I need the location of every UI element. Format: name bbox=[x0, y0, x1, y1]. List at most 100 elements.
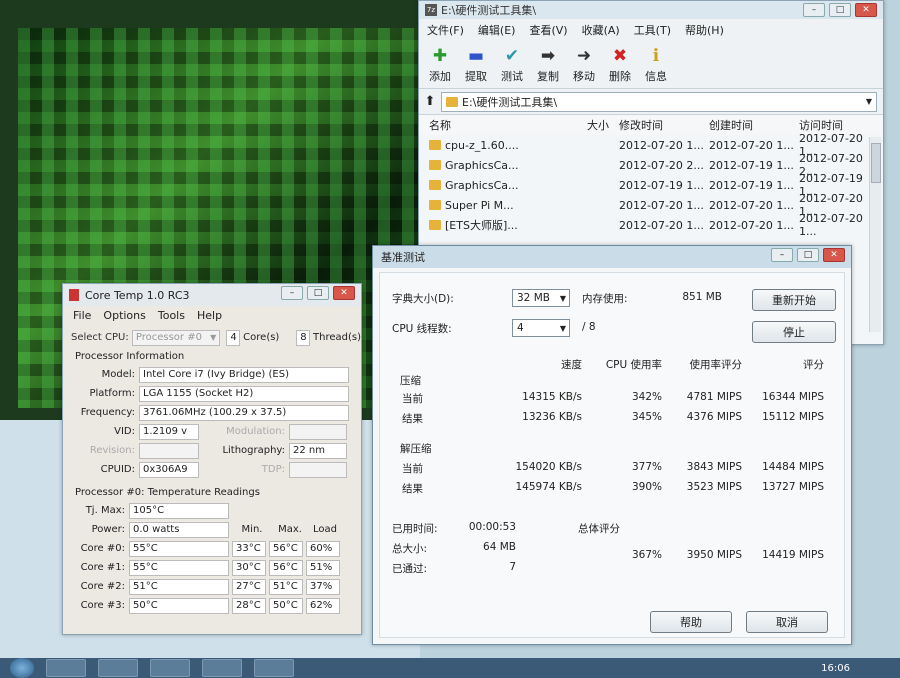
dict-size-select[interactable]: 32 MB ▼ bbox=[512, 289, 570, 307]
menu-view[interactable]: 查看(V) bbox=[529, 22, 567, 38]
toolbar: ✚ 添加 ▬ 提取 ✔ 测试 ➡ 复制 ➜ 移动 ✖ 删除 ℹ 信息 bbox=[419, 41, 883, 89]
cpuid-value: 0x306A9 bbox=[139, 461, 199, 478]
column-created[interactable]: 创建时间 bbox=[709, 117, 799, 133]
column-modified[interactable]: 修改时间 bbox=[619, 117, 709, 133]
model-value: Intel Core i7 (Ivy Bridge) (ES) bbox=[139, 366, 349, 383]
vertical-scrollbar[interactable] bbox=[869, 137, 881, 332]
address-bar: ⬆ E:\硬件测试工具集\ ▼ bbox=[419, 89, 883, 115]
copy-button[interactable]: ➡ 复制 bbox=[533, 46, 563, 84]
core-row: Core #1: 55°C 30°C 56°C 51% bbox=[63, 558, 361, 577]
temperature-heading: Processor #0: Temperature Readings bbox=[75, 486, 260, 498]
dict-size-label: 字典大小(D): bbox=[392, 293, 454, 305]
frequency-value: 3761.06MHz (100.29 x 37.5) bbox=[139, 404, 349, 421]
move-button[interactable]: ➜ 移动 bbox=[569, 46, 599, 84]
chevron-down-icon: ▼ bbox=[559, 323, 566, 333]
overall-cpu: 367% bbox=[631, 549, 662, 561]
clock[interactable]: 16:06 bbox=[821, 663, 850, 674]
menu-file[interactable]: 文件(F) bbox=[427, 22, 464, 38]
maximize-button[interactable]: □ bbox=[797, 248, 819, 262]
chevron-down-icon: ▼ bbox=[210, 333, 217, 342]
core-row: Core #2: 51°C 27°C 51°C 37% bbox=[63, 577, 361, 596]
threads-count: 8 bbox=[296, 329, 311, 346]
menu-tools[interactable]: Tools bbox=[158, 309, 185, 322]
folder-icon bbox=[429, 200, 441, 210]
passed-value: 7 bbox=[509, 561, 516, 573]
start-button[interactable] bbox=[10, 658, 34, 678]
benchmark-window: 基准测试 – □ ✕ 字典大小(D): 32 MB ▼ 内存使用: 851 MB … bbox=[372, 245, 852, 645]
up-folder-icon[interactable]: ⬆ bbox=[419, 94, 441, 109]
window-title: E:\硬件测试工具集\ bbox=[441, 4, 537, 17]
add-button[interactable]: ✚ 添加 bbox=[425, 46, 455, 84]
test-icon: ✔ bbox=[504, 45, 520, 66]
info-icon: ℹ bbox=[652, 45, 660, 66]
close-button[interactable]: ✕ bbox=[855, 3, 877, 17]
minimize-button[interactable]: – bbox=[281, 286, 303, 300]
column-size[interactable]: 大小 bbox=[575, 117, 609, 133]
menu-options[interactable]: Options bbox=[103, 309, 145, 322]
minimize-button[interactable]: – bbox=[771, 248, 793, 262]
taskbar-item[interactable] bbox=[46, 659, 86, 677]
compress-heading: 压缩 bbox=[400, 375, 421, 387]
benchmark-titlebar[interactable]: 基准测试 – □ ✕ bbox=[373, 246, 851, 268]
file-row[interactable]: [ETS大师版]... 2012-07-20 1... 2012-07-20 1… bbox=[419, 212, 883, 238]
header-score: 评分 bbox=[803, 359, 824, 371]
cpu-select[interactable]: Processor #0 ▼ bbox=[131, 329, 221, 346]
coretemp-title: Core Temp 1.0 RC3 bbox=[85, 288, 190, 302]
menu-file[interactable]: File bbox=[73, 309, 91, 322]
overall-label: 总体评分 bbox=[578, 523, 620, 535]
move-icon: ➜ bbox=[576, 45, 592, 66]
overall-rating: 3950 MIPS bbox=[686, 549, 742, 561]
delete-button[interactable]: ✖ 删除 bbox=[605, 46, 635, 84]
decompress-heading: 解压缩 bbox=[400, 443, 432, 455]
info-button[interactable]: ℹ 信息 bbox=[641, 46, 671, 84]
header-speed: 速度 bbox=[561, 359, 582, 371]
overall-score: 14419 MIPS bbox=[762, 549, 824, 561]
cores-count: 4 bbox=[226, 329, 241, 346]
scrollbar-thumb[interactable] bbox=[871, 143, 881, 183]
taskbar-item[interactable] bbox=[150, 659, 190, 677]
close-button[interactable]: ✕ bbox=[823, 248, 845, 262]
maximize-button[interactable]: □ bbox=[829, 3, 851, 17]
folder-icon bbox=[429, 180, 441, 190]
address-input[interactable]: E:\硬件测试工具集\ ▼ bbox=[441, 91, 877, 112]
tjmax-value: 105°C bbox=[129, 502, 229, 519]
threads-label: Thread(s) bbox=[313, 332, 362, 343]
close-button[interactable]: ✕ bbox=[333, 286, 355, 300]
column-name[interactable]: 名称 bbox=[429, 117, 575, 133]
cpu-threads-select[interactable]: 4 ▼ bbox=[512, 319, 570, 337]
minimize-button[interactable]: – bbox=[803, 3, 825, 17]
column-accessed[interactable]: 访问时间 bbox=[799, 117, 879, 133]
chevron-down-icon[interactable]: ▼ bbox=[866, 97, 872, 106]
coretemp-titlebar[interactable]: Core Temp 1.0 RC3 – □ ✕ bbox=[63, 284, 361, 306]
file-manager-titlebar[interactable]: 7z E:\硬件测试工具集\ – □ ✕ bbox=[419, 1, 883, 19]
vid-value: 1.2109 v bbox=[139, 423, 199, 440]
restart-button[interactable]: 重新开始 bbox=[752, 289, 836, 311]
modulation-value bbox=[289, 423, 347, 440]
revision-value bbox=[139, 442, 199, 459]
menu-help[interactable]: 帮助(H) bbox=[685, 22, 724, 38]
folder-icon bbox=[429, 220, 441, 230]
taskbar-item[interactable] bbox=[98, 659, 138, 677]
copy-icon: ➡ bbox=[540, 45, 556, 66]
coretemp-menu-bar: File Options Tools Help bbox=[63, 306, 361, 324]
extract-button[interactable]: ▬ 提取 bbox=[461, 46, 491, 84]
stop-button[interactable]: 停止 bbox=[752, 321, 836, 343]
menu-favorites[interactable]: 收藏(A) bbox=[582, 22, 620, 38]
menu-bar: 文件(F) 编辑(E) 查看(V) 收藏(A) 工具(T) 帮助(H) bbox=[419, 19, 883, 41]
taskbar-item[interactable] bbox=[202, 659, 242, 677]
taskbar: 16:06 bbox=[0, 658, 900, 678]
cancel-button[interactable]: 取消 bbox=[746, 611, 828, 633]
menu-help[interactable]: Help bbox=[197, 309, 222, 322]
menu-edit[interactable]: 编辑(E) bbox=[478, 22, 516, 38]
total-size-label: 总大小: bbox=[392, 543, 428, 555]
maximize-button[interactable]: □ bbox=[307, 286, 329, 300]
menu-tools[interactable]: 工具(T) bbox=[634, 22, 671, 38]
core-row: Core #0: 55°C 33°C 56°C 60% bbox=[63, 539, 361, 558]
taskbar-item[interactable] bbox=[254, 659, 294, 677]
address-text: E:\硬件测试工具集\ bbox=[462, 95, 558, 109]
test-button[interactable]: ✔ 测试 bbox=[497, 46, 527, 84]
help-button[interactable]: 帮助 bbox=[650, 611, 732, 633]
memory-usage-value: 851 MB bbox=[682, 291, 722, 303]
cpu-threads-total: / 8 bbox=[582, 321, 596, 333]
benchmark-title: 基准测试 bbox=[381, 251, 425, 264]
